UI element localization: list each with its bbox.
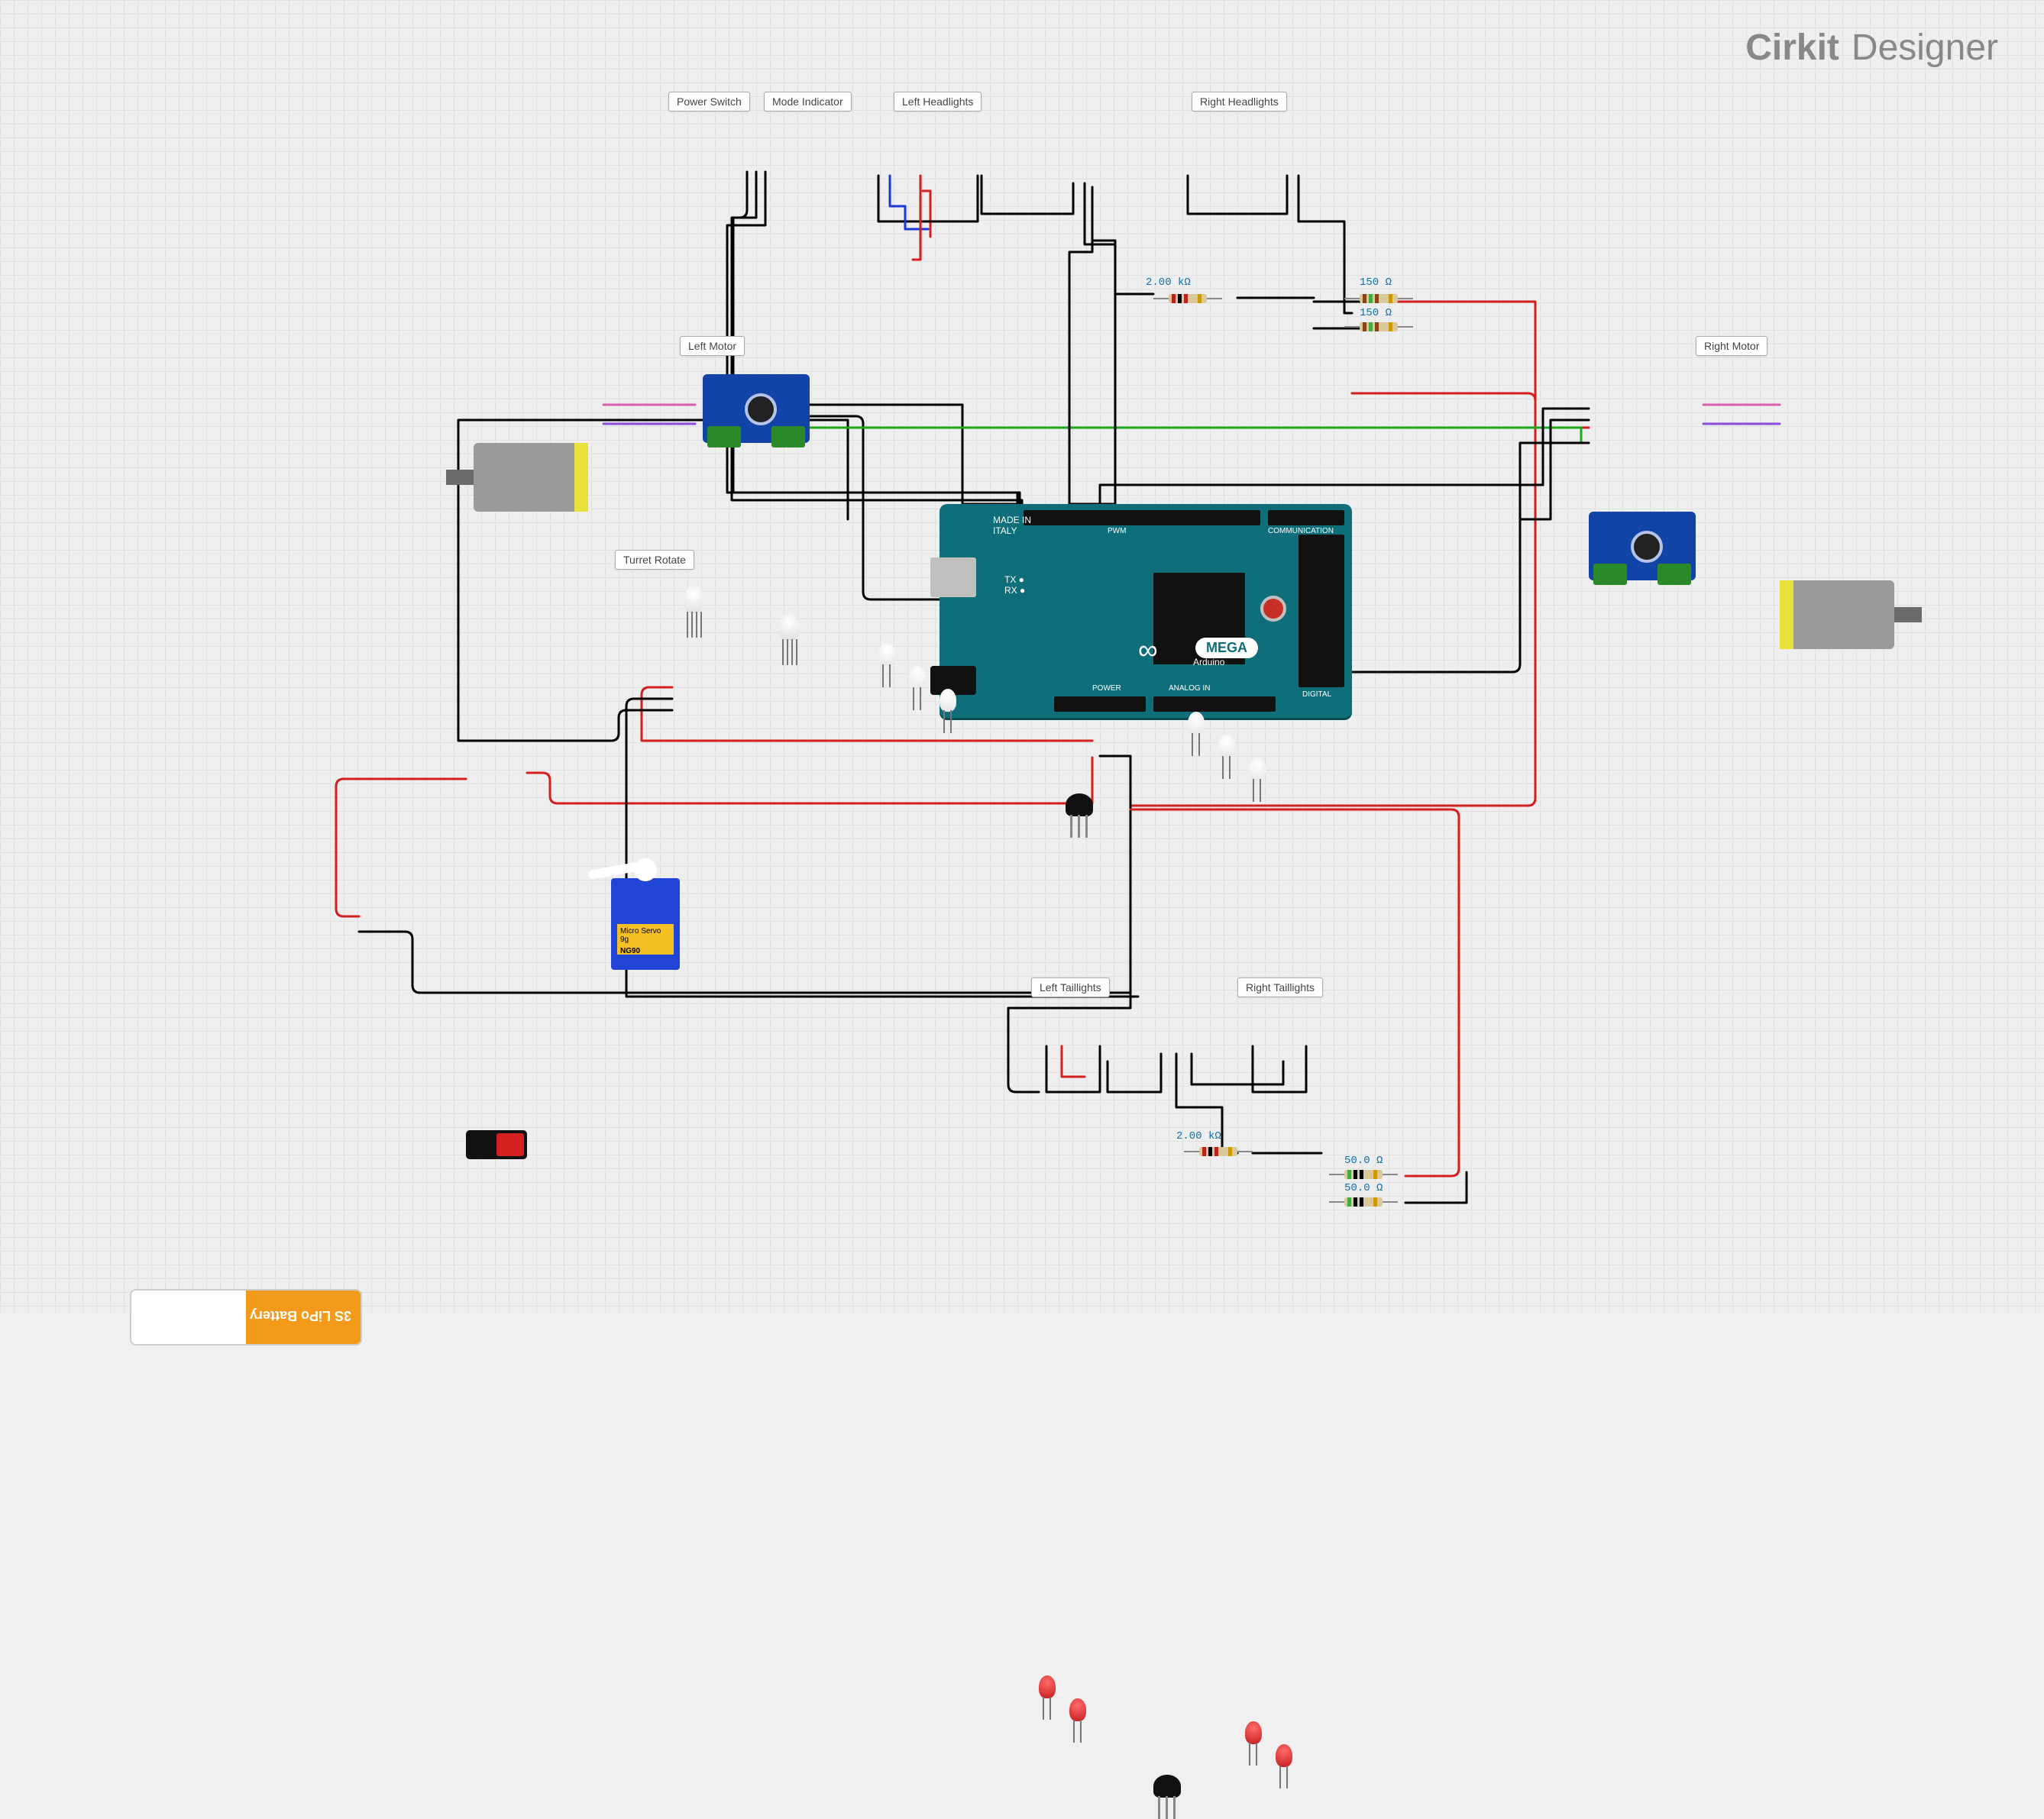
left-dc-motor[interactable] [474, 443, 588, 512]
resistor-value-3: 150 Ω [1360, 307, 1392, 319]
arduino-analog: ANALOG IN [1169, 684, 1210, 693]
resistor-value-1: 2.00 kΩ [1146, 276, 1191, 289]
arduino-comm: COMMUNICATION [1268, 527, 1334, 535]
left-taillight-2[interactable] [1069, 1698, 1086, 1721]
label-left-motor[interactable]: Left Motor [680, 336, 745, 356]
arduino-brand: Arduino [1193, 657, 1224, 667]
driver-ic-icon [745, 393, 777, 425]
servo-line3: NG90 [620, 947, 671, 955]
arduino-digital: DIGITAL [1302, 690, 1331, 699]
driver-terminal-icon [1593, 564, 1627, 585]
resistor-2k-bottom[interactable] [1184, 1147, 1253, 1156]
reset-button-icon [1260, 596, 1286, 622]
left-headlight-1[interactable] [878, 643, 895, 666]
arduino-italy: ITALY [993, 525, 1017, 536]
header-top-left [1024, 510, 1260, 525]
servo-line2: 9g [620, 935, 671, 944]
mode-indicator-led[interactable] [779, 613, 799, 641]
arduino-made-in: MADE IN [993, 515, 1031, 525]
usb-port-icon [930, 557, 976, 597]
driver-ic-icon [1631, 531, 1663, 563]
right-headlight-2[interactable] [1218, 735, 1235, 758]
resistor-150-a[interactable] [1344, 294, 1413, 303]
arduino-mega-badge: MEGA [1195, 638, 1258, 658]
header-top-right [1268, 510, 1344, 525]
arduino-mega[interactable]: MADE IN ITALY TX ● RX ● POWER ANALOG IN … [940, 504, 1352, 718]
left-headlight-3[interactable] [940, 689, 956, 712]
arduino-power: POWER [1092, 684, 1121, 693]
left-headlight-2[interactable] [909, 666, 926, 689]
right-headlight-1[interactable] [1188, 712, 1205, 735]
resistor-50-a[interactable] [1329, 1170, 1398, 1179]
driver-terminal-icon [771, 426, 805, 447]
battery-text: 3S LiPo Battery [250, 1307, 351, 1323]
header-analog [1153, 696, 1276, 712]
arduino-rx: RX ● [1004, 585, 1025, 596]
right-taillight-2[interactable] [1276, 1744, 1292, 1767]
right-headlight-3[interactable] [1249, 758, 1266, 780]
label-turret-rotate[interactable]: Turret Rotate [615, 550, 694, 570]
left-motor-driver[interactable] [703, 374, 810, 443]
label-left-taillights[interactable]: Left Taillights [1031, 977, 1110, 997]
arduino-pwm: PWM [1108, 527, 1126, 535]
motor-endcap-icon [1780, 580, 1793, 649]
arduino-tx: TX ● [1004, 574, 1024, 585]
resistor-value-6: 50.0 Ω [1344, 1182, 1383, 1194]
label-mode-indicator[interactable]: Mode Indicator [764, 92, 852, 111]
taillight-transistor[interactable] [1153, 1775, 1181, 1798]
servo-hub-icon [634, 858, 657, 881]
left-taillight-1[interactable] [1039, 1675, 1056, 1698]
label-left-headlights[interactable]: Left Headlights [894, 92, 982, 111]
label-power-switch[interactable]: Power Switch [668, 92, 750, 111]
driver-terminal-icon [707, 426, 741, 447]
right-motor-driver[interactable] [1589, 512, 1696, 580]
motor-shaft-icon [446, 470, 474, 485]
right-taillight-1[interactable] [1245, 1721, 1262, 1744]
servo-line1: Micro Servo [620, 927, 671, 935]
resistor-2k-top[interactable] [1153, 294, 1222, 303]
arduino-infinity: ∞ [1138, 634, 1158, 666]
motor-shaft-icon [1894, 607, 1922, 622]
resistor-50-b[interactable] [1329, 1197, 1398, 1207]
label-right-taillights[interactable]: Right Taillights [1237, 977, 1323, 997]
header-double-right [1299, 535, 1344, 687]
header-power [1054, 696, 1146, 712]
turret-servo[interactable]: Micro Servo 9g NG90 [611, 878, 680, 970]
right-dc-motor[interactable] [1780, 580, 1894, 649]
resistor-150-b[interactable] [1344, 322, 1413, 331]
rocker-on-icon [496, 1133, 524, 1156]
label-right-headlights[interactable]: Right Headlights [1192, 92, 1287, 111]
motor-endcap-icon [574, 443, 588, 512]
power-rocker-switch[interactable] [466, 1130, 527, 1159]
resistor-value-5: 50.0 Ω [1344, 1155, 1383, 1167]
label-right-motor[interactable]: Right Motor [1696, 336, 1767, 356]
barrel-jack-icon [930, 666, 976, 695]
headlight-transistor[interactable] [1066, 793, 1093, 816]
driver-terminal-icon [1658, 564, 1691, 585]
power-switch-led[interactable] [684, 586, 703, 613]
lipo-battery[interactable]: 3S LiPo Battery [130, 1289, 362, 1346]
resistor-value-4: 2.00 kΩ [1176, 1130, 1221, 1142]
resistor-value-2: 150 Ω [1360, 276, 1392, 289]
servo-sticker: Micro Servo 9g NG90 [617, 924, 674, 955]
